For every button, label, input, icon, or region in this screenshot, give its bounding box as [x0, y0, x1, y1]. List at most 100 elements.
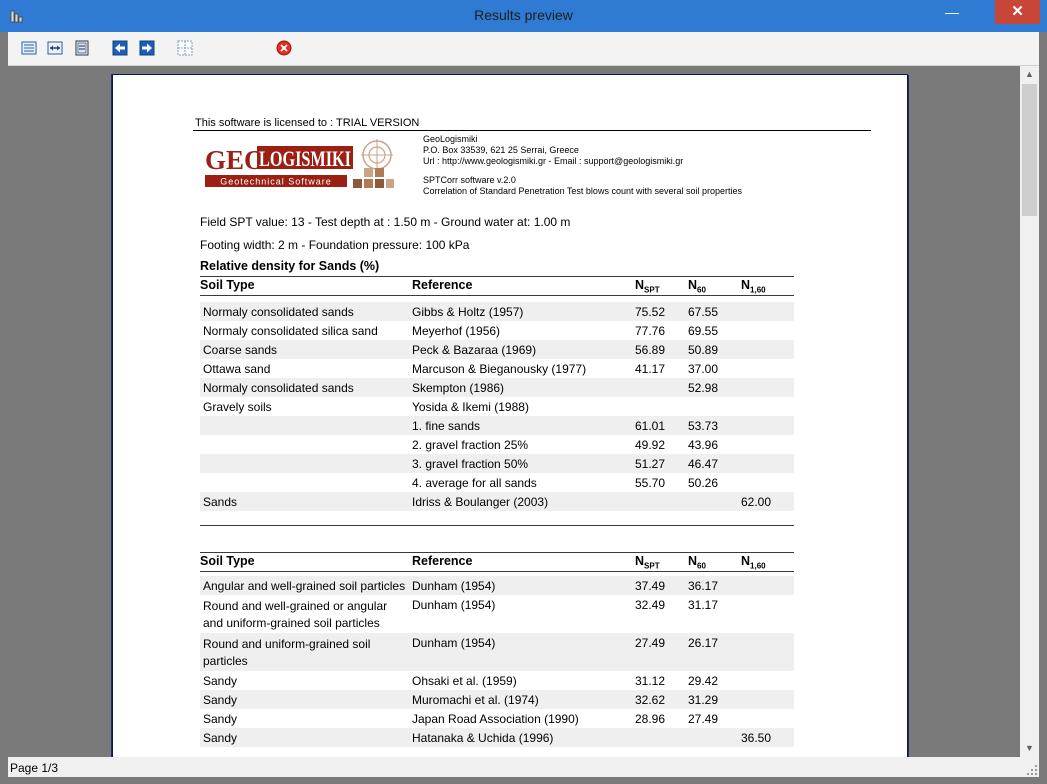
nspt-cell: 31.12 — [635, 674, 666, 688]
page-indicator: Page 1/3 — [10, 761, 59, 775]
resize-grip-icon[interactable] — [1027, 765, 1037, 775]
header-rule — [200, 571, 794, 572]
reference-cell: Yosida & Ikemi (1988) — [412, 400, 529, 414]
table-row: Angular and well-grained soil particles D… — [200, 576, 794, 595]
n60-cell: 53.73 — [688, 419, 719, 433]
table-row: Sandy Muromachi et al. (1974) 32.62 31.29 — [200, 690, 794, 709]
fit-width-icon[interactable] — [47, 40, 63, 56]
soil-type-cell: Sandy — [203, 731, 238, 745]
reference-cell: Ohsaki et al. (1959) — [412, 674, 517, 688]
n60-cell: 31.29 — [688, 693, 719, 707]
table-row: Gravely soils Yosida & Ikemi (1988) — [200, 397, 794, 416]
reference-cell: Dunham (1954) — [412, 579, 496, 593]
header-n60: N60 — [688, 554, 706, 571]
reference-cell: Hatanaka & Uchida (1996) — [412, 731, 554, 745]
minimize-button[interactable]: — — [938, 0, 966, 24]
nspt-cell: 49.92 — [635, 438, 666, 452]
scroll-thumb[interactable] — [1022, 84, 1037, 216]
table-row: 4. average for all sands 55.70 50.26 — [200, 473, 794, 492]
reference-cell: Marcuson & Bieganousky (1977) — [412, 362, 587, 376]
nspt-cell: 61.01 — [635, 419, 666, 433]
reference-cell: Meyerhof (1956) — [412, 324, 501, 338]
geologismiki-logo: GEO LOGISMIKI Geotechnical Software — [205, 139, 394, 188]
reference-cell: Dunham (1954) — [412, 598, 496, 612]
header-reference: Reference — [412, 554, 473, 568]
software-info: SPTCorr software v.2.0 Correlation of St… — [423, 175, 742, 197]
header-n160: N1,60 — [741, 554, 766, 571]
reference-cell: Skempton (1986) — [412, 381, 505, 395]
n60-cell: 27.49 — [688, 712, 719, 726]
n160-cell: 36.50 — [741, 731, 772, 745]
scroll-down-icon[interactable]: ▼ — [1020, 740, 1039, 757]
soil-type-cell: Normaly consolidated sands — [203, 381, 354, 395]
close-button[interactable]: ✕ — [995, 0, 1040, 24]
results-preview-window: Results preview — ✕ This software is lic… — [0, 0, 1047, 784]
n60-cell: 69.55 — [688, 324, 719, 338]
soil-type-cell: Round and uniform-grained soil particles — [203, 637, 371, 668]
reference-cell: 1. fine sands — [412, 419, 481, 433]
table-row: Normaly consolidated silica sand Meyerhof… — [200, 321, 794, 340]
nspt-cell: 41.17 — [635, 362, 666, 376]
nspt-cell: 27.49 — [635, 636, 666, 650]
company-info: GeoLogismiki P.O. Box 33539, 621 25 Serr… — [423, 134, 683, 167]
close-preview-icon[interactable] — [276, 40, 292, 56]
soil-type-cell: Sands — [203, 495, 238, 509]
company-contact: Url : http://www.geologismiki.gr - Email… — [423, 156, 684, 166]
n60-cell: 46.47 — [688, 457, 719, 471]
table-row: Sands Idriss & Boulanger (2003) 62.00 — [200, 492, 794, 511]
soil-type-cell: Coarse sands — [203, 343, 278, 357]
table-row: Sandy Japan Road Association (1990) 28.96 2… — [200, 709, 794, 728]
nspt-cell: 75.52 — [635, 305, 666, 319]
next-page-icon[interactable] — [139, 40, 155, 56]
soil-type-cell: Ottawa sand — [203, 362, 271, 376]
table-row: Sandy Ohsaki et al. (1959) 31.12 29.42 — [200, 671, 794, 690]
nspt-cell: 56.89 — [635, 343, 666, 357]
reference-cell: Peck & Bazaraa (1969) — [412, 343, 537, 357]
grid-icon[interactable] — [177, 40, 193, 56]
svg-text:Geotechnical Software: Geotechnical Software — [220, 177, 332, 187]
field-spt-info: Field SPT value: 13 - Test depth at : 1.… — [200, 215, 571, 229]
n60-cell: 26.17 — [688, 636, 719, 650]
n60-cell: 50.26 — [688, 476, 719, 490]
scroll-up-icon[interactable]: ▲ — [1020, 66, 1039, 83]
footing-info: Footing width: 2 m - Foundation pressure… — [200, 238, 470, 252]
header-nspt: NSPT — [635, 278, 660, 295]
table-row: 3. gravel fraction 50% 51.27 46.47 — [200, 454, 794, 473]
table-row: Round and uniform-grained soil particles… — [200, 633, 794, 671]
window-title: Results preview — [474, 7, 573, 23]
svg-text:GEO: GEO — [205, 145, 265, 175]
relative-density-table: Soil Type Reference NSPT N60 N1,60 Norma… — [200, 276, 794, 526]
n60-cell: 31.17 — [688, 598, 719, 612]
software-name: SPTCorr software v.2.0 — [423, 175, 516, 185]
header-rule — [200, 295, 794, 296]
reference-cell: 2. gravel fraction 25% — [412, 438, 529, 452]
header-nspt: NSPT — [635, 554, 660, 571]
n60-cell: 37.00 — [688, 362, 719, 376]
nspt-cell: 77.76 — [635, 324, 666, 338]
table-row: 1. fine sands 61.01 53.73 — [200, 416, 794, 435]
table-row: Normaly consolidated sands Skempton (1986… — [200, 378, 794, 397]
table-top-rule — [200, 276, 794, 277]
soil-type-cell: Sandy — [203, 693, 238, 707]
page-layout-icon[interactable] — [21, 40, 37, 56]
table-row: Sandy Hatanaka & Uchida (1996) 36.50 — [200, 728, 794, 747]
table-row: Ottawa sand Marcuson & Bieganousky (1977)… — [200, 359, 794, 378]
header-soil-type: Soil Type — [200, 278, 255, 292]
soil-type-cell: Angular and well-grained soil particles — [203, 579, 406, 593]
nspt-cell: 32.49 — [635, 598, 666, 612]
preview-area[interactable]: This software is licensed to : TRIAL VER… — [8, 66, 1020, 757]
nspt-cell: 55.70 — [635, 476, 666, 490]
n60-cell: 52.98 — [688, 381, 719, 395]
svg-text:LOGISMIKI: LOGISMIKI — [259, 146, 351, 171]
vertical-scrollbar[interactable]: ▲ ▼ — [1020, 66, 1039, 757]
soil-type-cell: Sandy — [203, 674, 238, 688]
reference-cell: Japan Road Association (1990) — [412, 712, 579, 726]
license-text: This software is licensed to : TRIAL VER… — [195, 117, 420, 129]
title-bar[interactable]: Results preview — ✕ — [0, 0, 1047, 32]
previous-page-icon[interactable] — [112, 40, 128, 56]
reference-cell: Muromachi et al. (1974) — [412, 693, 539, 707]
table-row: Round and well-grained or angular and un… — [200, 595, 794, 633]
full-page-icon[interactable] — [74, 40, 90, 56]
soil-type-cell: Gravely soils — [203, 400, 272, 414]
n60-cell: 43.96 — [688, 438, 719, 452]
